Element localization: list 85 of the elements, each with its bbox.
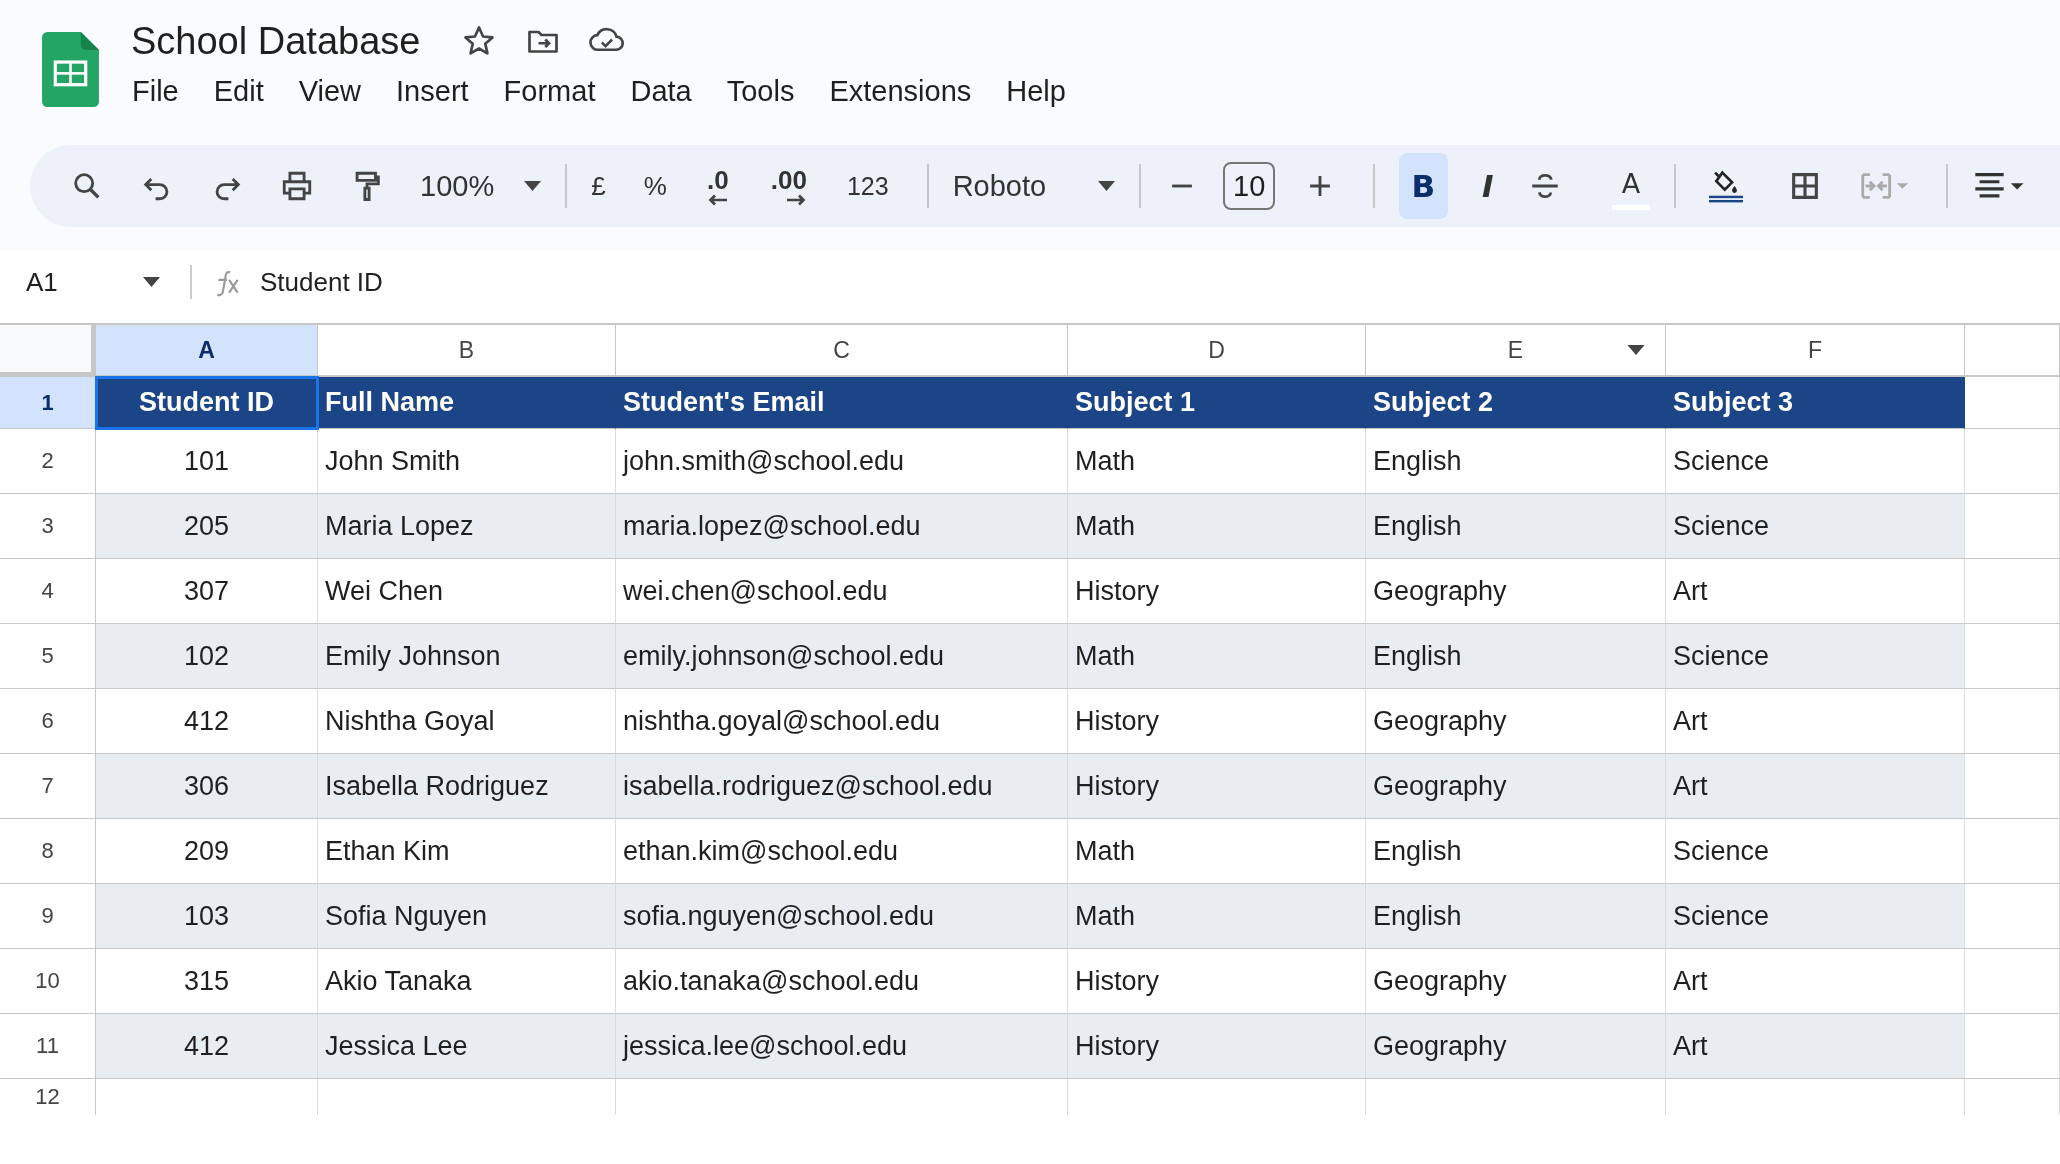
menu-item[interactable]: Insert bbox=[396, 71, 487, 112]
left-arrow-icon bbox=[706, 193, 729, 206]
table-cell[interactable]: English bbox=[1366, 624, 1666, 689]
table-cell[interactable]: Isabella Rodriguez bbox=[318, 754, 616, 819]
filter-caret-icon[interactable] bbox=[1627, 345, 1645, 355]
zoom-dropdown[interactable]: 100% bbox=[420, 169, 542, 203]
menu-item[interactable]: File bbox=[132, 71, 197, 112]
table-cell[interactable]: Jessica Lee bbox=[318, 1014, 616, 1079]
header-cell[interactable]: Full Name bbox=[318, 377, 616, 429]
caret-icon bbox=[524, 181, 542, 191]
table-cell[interactable]: Geography bbox=[1366, 1014, 1666, 1079]
formula-content[interactable]: Student ID bbox=[260, 266, 383, 298]
table-cell[interactable]: English bbox=[1366, 884, 1666, 949]
column-header[interactable]: D bbox=[1068, 325, 1366, 377]
row-header[interactable]: 4 bbox=[0, 559, 96, 624]
caret-icon bbox=[143, 277, 160, 287]
menu-item[interactable]: Help bbox=[1006, 71, 1084, 112]
table-cell[interactable]: Math bbox=[1068, 624, 1366, 689]
column-header[interactable]: C bbox=[616, 325, 1068, 377]
column-header[interactable]: E bbox=[1366, 325, 1666, 377]
print-icon[interactable] bbox=[280, 169, 314, 203]
table-cell[interactable]: Science bbox=[1666, 624, 1965, 689]
spreadsheet-logo-icon[interactable] bbox=[42, 32, 99, 107]
column-header[interactable]: A bbox=[96, 325, 318, 377]
table-cell[interactable]: Science bbox=[1666, 884, 1965, 949]
bold-button[interactable]: B bbox=[1399, 153, 1448, 219]
table-cell[interactable]: Sofia Nguyen bbox=[318, 884, 616, 949]
header-cell[interactable]: Subject 3 bbox=[1666, 377, 1965, 429]
table-cell[interactable]: Math bbox=[1068, 884, 1366, 949]
text-color-button[interactable]: A bbox=[1611, 162, 1650, 210]
table-cell[interactable]: Science bbox=[1666, 494, 1965, 559]
empty-cell[interactable] bbox=[1965, 689, 2060, 754]
table-cell[interactable]: Geography bbox=[1366, 754, 1666, 819]
menu-item[interactable]: Edit bbox=[213, 71, 282, 112]
table-cell[interactable]: 412 bbox=[96, 1014, 318, 1079]
document-title[interactable]: School Database bbox=[131, 19, 421, 63]
number-format-button[interactable]: 123 bbox=[846, 171, 889, 201]
row-header[interactable]: 12 bbox=[0, 1079, 96, 1115]
table-cell[interactable]: 306 bbox=[96, 754, 318, 819]
table-cell[interactable]: English bbox=[1366, 494, 1666, 559]
table-cell[interactable]: Maria Lopez bbox=[318, 494, 616, 559]
row-header[interactable]: 8 bbox=[0, 819, 96, 884]
row-header[interactable]: 1 bbox=[0, 377, 96, 429]
right-arrow-icon bbox=[784, 193, 807, 206]
empty-cell[interactable] bbox=[1965, 559, 2060, 624]
menu-item[interactable]: Data bbox=[630, 71, 710, 112]
menu-item[interactable]: Tools bbox=[726, 71, 813, 112]
table-cell[interactable]: History bbox=[1068, 1014, 1366, 1079]
table-cell[interactable]: Art bbox=[1666, 1014, 1965, 1079]
empty-cell[interactable] bbox=[1965, 819, 2060, 884]
table-cell[interactable]: 205 bbox=[96, 494, 318, 559]
caret-icon bbox=[1098, 181, 1116, 191]
menu-item[interactable]: Format bbox=[503, 71, 614, 112]
table-cell[interactable]: sofia.nguyen@school.edu bbox=[616, 884, 1068, 949]
column-header[interactable]: B bbox=[318, 325, 616, 377]
table-cell[interactable]: 102 bbox=[96, 624, 318, 689]
menu-item[interactable]: View bbox=[298, 71, 380, 112]
row-header[interactable]: 10 bbox=[0, 949, 96, 1014]
increase-decimal-button[interactable]: .00 bbox=[768, 166, 809, 206]
table-cell[interactable]: Emily Johnson bbox=[318, 624, 616, 689]
menu-item[interactable]: Extensions bbox=[829, 71, 990, 112]
decrease-decimal-button[interactable]: .0 bbox=[704, 166, 731, 206]
table-cell[interactable]: Art bbox=[1666, 754, 1965, 819]
table-cell[interactable]: History bbox=[1068, 754, 1366, 819]
font-dropdown[interactable]: Roboto bbox=[952, 169, 1116, 203]
header-cell[interactable]: Subject 1 bbox=[1068, 377, 1366, 429]
table-cell[interactable]: 103 bbox=[96, 884, 318, 949]
header-cell[interactable]: Subject 2 bbox=[1366, 377, 1666, 429]
empty-cell[interactable] bbox=[1965, 429, 2060, 494]
table-cell[interactable]: jessica.lee@school.edu bbox=[616, 1014, 1068, 1079]
empty-cell[interactable] bbox=[1965, 949, 2060, 1014]
row-header[interactable]: 2 bbox=[0, 429, 96, 494]
table-cell[interactable]: isabella.rodriguez@school.edu bbox=[616, 754, 1068, 819]
table-cell[interactable]: emily.johnson@school.edu bbox=[616, 624, 1068, 689]
column-header[interactable]: F bbox=[1666, 325, 1965, 377]
header-cell[interactable]: Student's Email bbox=[616, 377, 1068, 429]
table-cell[interactable]: maria.lopez@school.edu bbox=[616, 494, 1068, 559]
table-cell[interactable]: Math bbox=[1068, 494, 1366, 559]
percent-format-button[interactable]: % bbox=[643, 170, 667, 202]
currency-format-button[interactable]: £ bbox=[591, 170, 606, 202]
header-cell[interactable]: Student ID bbox=[96, 377, 318, 429]
row-header[interactable]: 6 bbox=[0, 689, 96, 754]
italic-button[interactable]: I bbox=[1463, 153, 1512, 219]
font-size-field[interactable]: 10 bbox=[1223, 162, 1276, 210]
name-box[interactable]: A1 bbox=[0, 266, 184, 298]
